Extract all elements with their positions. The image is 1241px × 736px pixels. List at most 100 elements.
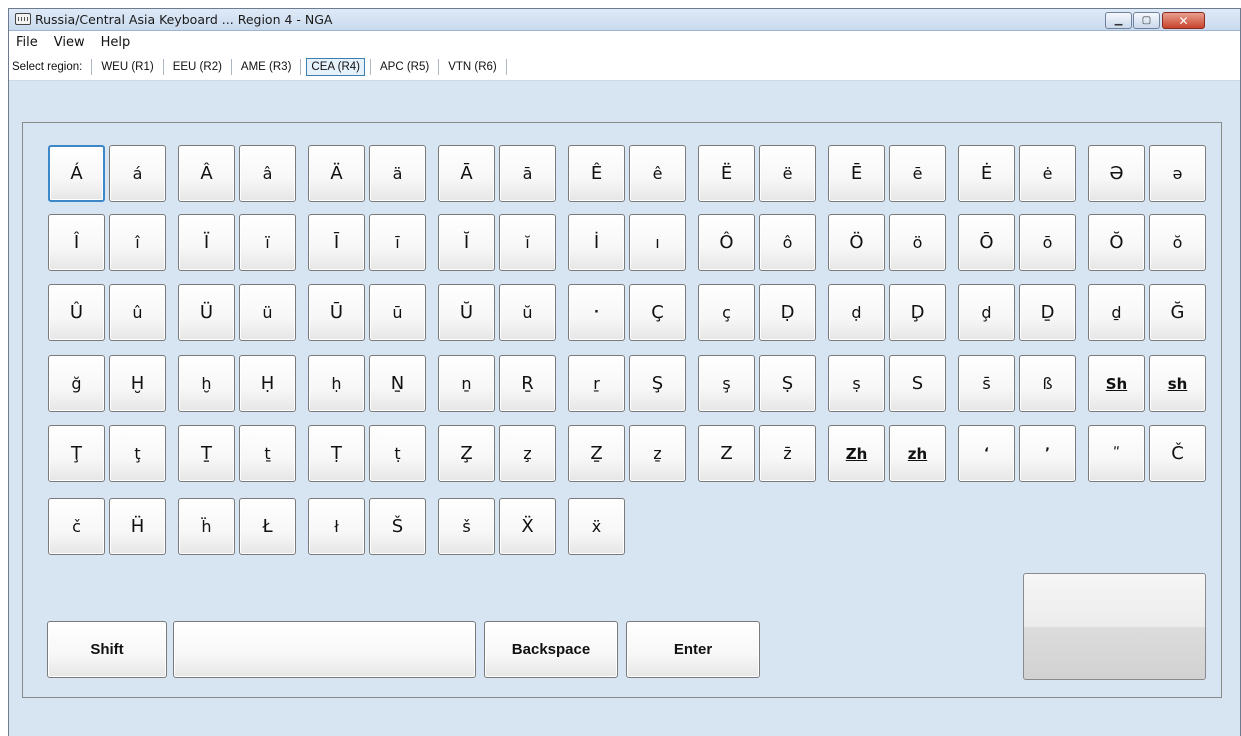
char-key[interactable]: z̧ [499,425,556,482]
char-key[interactable]: Ḍ [759,284,816,341]
char-key[interactable]: ō [1019,214,1076,271]
char-key[interactable]: Ə [1088,145,1145,202]
char-key[interactable]: ṯ [239,425,296,482]
char-key[interactable]: ë [759,145,816,202]
char-key[interactable]: Ĭ [438,214,495,271]
char-key[interactable]: ė [1019,145,1076,202]
char-key[interactable]: zh [889,425,946,482]
char-key[interactable]: ḥ [308,355,365,412]
char-key[interactable]: ʺ [1088,425,1145,482]
char-key[interactable]: Ō [958,214,1015,271]
char-key[interactable]: ü [239,284,296,341]
char-key[interactable]: ô [759,214,816,271]
char-key[interactable]: Û [48,284,105,341]
char-key[interactable]: Ḏ [1019,284,1076,341]
char-key[interactable]: s̄ [958,355,1015,412]
char-key[interactable]: Zh [828,425,885,482]
char-key[interactable]: Ç [629,284,686,341]
char-key[interactable]: Ė [958,145,1015,202]
char-key[interactable]: ł [308,498,365,555]
char-key[interactable]: Ṟ [499,355,556,412]
char-key[interactable]: ẍ [568,498,625,555]
char-key[interactable]: Â [178,145,235,202]
char-key[interactable]: İ [568,214,625,271]
backspace-key[interactable]: Backspace [484,621,618,678]
char-key[interactable]: ḧ [178,498,235,555]
char-key[interactable]: ṉ [438,355,495,412]
region-weu[interactable]: WEU (R1) [97,59,157,75]
char-key[interactable]: ğ [48,355,105,412]
char-key[interactable]: ḍ [828,284,885,341]
char-key[interactable]: Ŏ [1088,214,1145,271]
char-key[interactable]: Ū [308,284,365,341]
region-eeu[interactable]: EEU (R2) [169,59,226,75]
char-key[interactable]: ĭ [499,214,556,271]
char-key[interactable]: ī [369,214,426,271]
char-key[interactable]: Č [1149,425,1206,482]
char-key[interactable]: S [889,355,946,412]
char-key[interactable]: ţ [109,425,166,482]
char-key[interactable]: Ī [308,214,365,271]
menu-view[interactable]: View [54,35,85,50]
char-key[interactable]: ṭ [369,425,426,482]
region-apc[interactable]: APC (R5) [376,59,433,75]
char-key[interactable]: Ê [568,145,625,202]
char-key[interactable]: Ṯ [178,425,235,482]
char-key[interactable]: Ḑ [889,284,946,341]
region-cea[interactable]: CEA (R4) [306,57,365,76]
char-key[interactable]: Ḫ [109,355,166,412]
char-key[interactable]: ʻ [958,425,1015,482]
char-key[interactable]: Ł [239,498,296,555]
char-key[interactable]: Š [369,498,426,555]
char-key[interactable]: Ü [178,284,235,341]
menu-file[interactable]: File [16,35,38,50]
char-key[interactable]: Î [48,214,105,271]
char-key[interactable]: Ë [698,145,755,202]
close-button[interactable]: ✕ [1162,12,1205,29]
char-key[interactable]: š [438,498,495,555]
char-key[interactable]: ḫ [178,355,235,412]
menu-help[interactable]: Help [101,35,131,50]
char-key[interactable]: á [109,145,166,202]
char-key[interactable]: ū [369,284,426,341]
char-key[interactable]: z̄ [759,425,816,482]
maximize-button[interactable]: ▢ [1133,12,1160,29]
char-key[interactable]: ş [698,355,755,412]
char-key[interactable]: Ā [438,145,495,202]
char-key[interactable]: ß [1019,355,1076,412]
char-key[interactable]: Á [48,145,105,202]
char-key[interactable]: Ş [629,355,686,412]
char-key[interactable]: ẕ [629,425,686,482]
char-key[interactable]: č [48,498,105,555]
enter-key[interactable]: Enter [626,621,760,678]
char-key[interactable]: ê [629,145,686,202]
char-key[interactable]: Ï [178,214,235,271]
char-key[interactable]: ə [1149,145,1206,202]
text-display-field[interactable] [173,621,476,678]
char-key[interactable]: ā [499,145,556,202]
char-key[interactable]: ŭ [499,284,556,341]
char-key[interactable]: Ä [308,145,365,202]
char-key[interactable]: Ẍ [499,498,556,555]
preview-button[interactable] [1023,573,1206,680]
char-key[interactable]: ṣ [828,355,885,412]
minimize-button[interactable]: ▁ [1105,12,1132,29]
char-key[interactable]: Ğ [1149,284,1206,341]
char-key[interactable]: Ḥ [239,355,296,412]
char-key[interactable]: ḑ [958,284,1015,341]
char-key[interactable]: Ḧ [109,498,166,555]
char-key[interactable]: ç [698,284,755,341]
char-key[interactable]: ö [889,214,946,271]
char-key[interactable]: Ē [828,145,885,202]
char-key[interactable]: î [109,214,166,271]
char-key[interactable]: â [239,145,296,202]
char-key[interactable]: Ẕ [568,425,625,482]
char-key[interactable]: ı [629,214,686,271]
char-key[interactable]: ï [239,214,296,271]
char-key[interactable]: Z [698,425,755,482]
char-key[interactable]: ḏ [1088,284,1145,341]
char-key[interactable]: Sh [1088,355,1145,412]
char-key[interactable]: ṟ [568,355,625,412]
char-key[interactable]: Ŭ [438,284,495,341]
char-key[interactable]: Z̧ [438,425,495,482]
